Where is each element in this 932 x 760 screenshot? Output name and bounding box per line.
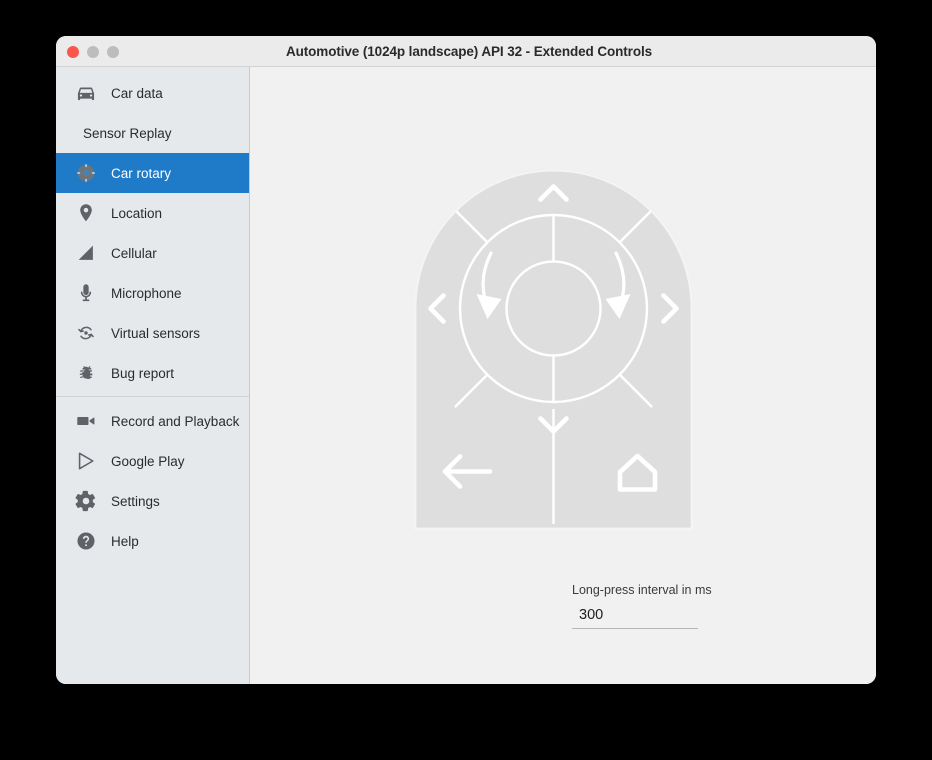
sidebar-item-cellular[interactable]: Cellular bbox=[56, 233, 249, 273]
sidebar-item-microphone[interactable]: Microphone bbox=[56, 273, 249, 313]
sidebar-item-label: Virtual sensors bbox=[111, 326, 200, 341]
car-rotary-icon bbox=[75, 162, 97, 184]
google-play-icon bbox=[75, 450, 97, 472]
sidebar-divider bbox=[56, 396, 249, 397]
cellular-signal-icon bbox=[75, 242, 97, 264]
main-content: Long-press interval in ms bbox=[250, 67, 876, 684]
sidebar-item-label: Cellular bbox=[111, 246, 157, 261]
sidebar-item-label: Sensor Replay bbox=[83, 126, 172, 141]
sidebar-item-label: Car data bbox=[111, 86, 163, 101]
sidebar-item-google-play[interactable]: Google Play bbox=[56, 441, 249, 481]
rotary-center-button[interactable] bbox=[509, 264, 599, 354]
video-camera-icon bbox=[75, 410, 97, 432]
sidebar-item-help[interactable]: Help bbox=[56, 521, 249, 561]
sidebar-item-label: Car rotary bbox=[111, 166, 171, 181]
close-window-button[interactable] bbox=[67, 46, 79, 58]
sidebar-item-location[interactable]: Location bbox=[56, 193, 249, 233]
sidebar-item-label: Help bbox=[111, 534, 139, 549]
minimize-window-button[interactable] bbox=[87, 46, 99, 58]
car-icon bbox=[75, 82, 97, 104]
sidebar-item-sensor-replay[interactable]: Sensor Replay bbox=[56, 113, 249, 153]
sidebar-item-record-and-playback[interactable]: Record and Playback bbox=[56, 401, 249, 441]
sidebar-item-label: Location bbox=[111, 206, 162, 221]
traffic-lights bbox=[67, 36, 119, 67]
long-press-interval-input[interactable] bbox=[572, 606, 698, 629]
long-press-interval-label: Long-press interval in ms bbox=[572, 583, 742, 597]
sidebar-item-label: Settings bbox=[111, 494, 160, 509]
location-pin-icon bbox=[75, 202, 97, 224]
sidebar-item-label: Google Play bbox=[111, 454, 185, 469]
sidebar-item-label: Record and Playback bbox=[111, 414, 239, 429]
sidebar-item-settings[interactable]: Settings bbox=[56, 481, 249, 521]
sidebar: Car data Sensor Replay Car rotary bbox=[56, 67, 250, 684]
sidebar-item-car-rotary[interactable]: Car rotary bbox=[56, 153, 249, 193]
window-title: Automotive (1024p landscape) API 32 - Ex… bbox=[56, 44, 876, 59]
title-bar: Automotive (1024p landscape) API 32 - Ex… bbox=[56, 36, 876, 67]
bug-icon bbox=[75, 362, 97, 384]
extended-controls-window: Automotive (1024p landscape) API 32 - Ex… bbox=[56, 36, 876, 684]
car-rotary-control bbox=[414, 169, 693, 530]
help-circle-icon bbox=[75, 530, 97, 552]
sidebar-item-label: Microphone bbox=[111, 286, 182, 301]
virtual-sensors-icon bbox=[75, 322, 97, 344]
sidebar-item-virtual-sensors[interactable]: Virtual sensors bbox=[56, 313, 249, 353]
sidebar-item-bug-report[interactable]: Bug report bbox=[56, 353, 249, 393]
maximize-window-button[interactable] bbox=[107, 46, 119, 58]
microphone-icon bbox=[75, 282, 97, 304]
gear-icon bbox=[75, 490, 97, 512]
window-body: Car data Sensor Replay Car rotary bbox=[56, 67, 876, 684]
long-press-interval-group: Long-press interval in ms bbox=[572, 583, 742, 629]
sidebar-item-label: Bug report bbox=[111, 366, 174, 381]
sidebar-item-car-data[interactable]: Car data bbox=[56, 73, 249, 113]
